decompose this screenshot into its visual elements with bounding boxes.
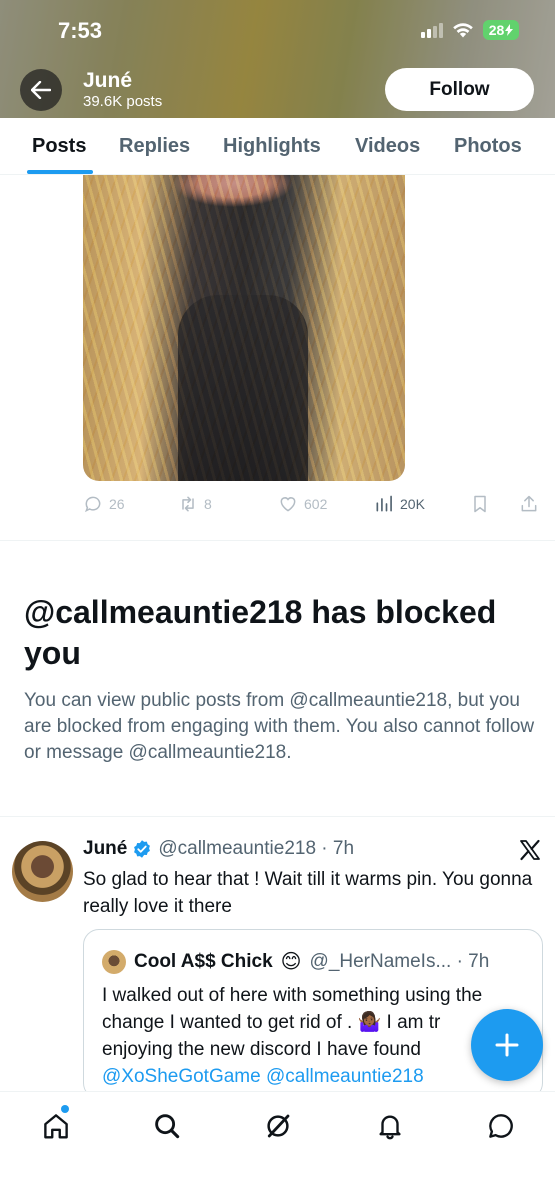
profile-name: Juné: [83, 69, 133, 92]
quoted-avatar: [102, 949, 126, 974]
repost-count: 8: [204, 496, 212, 512]
plus-icon: [495, 1033, 519, 1057]
back-button[interactable]: [20, 69, 62, 111]
profile-header: 7:53 28 Juné 39.6K posts Follow: [0, 0, 555, 118]
blocked-title: @callmeauntie218 has blocked you: [24, 594, 497, 671]
cellular-signal-icon: [421, 22, 443, 38]
x-logo-icon: [518, 838, 542, 867]
divider: [0, 816, 555, 817]
follow-button[interactable]: Follow: [385, 68, 534, 111]
views-action[interactable]: 20K: [374, 494, 425, 514]
post-image[interactable]: [83, 175, 405, 481]
bottom-navigation: [0, 1091, 555, 1200]
arrow-left-icon: [31, 81, 51, 99]
status-icons: 28: [421, 20, 519, 40]
quoted-author-handle: @_HerNameIs... · 7h: [309, 950, 490, 972]
author-handle[interactable]: @callmeauntie218 · 7h: [158, 838, 354, 860]
notifications-icon: [379, 1115, 401, 1140]
posts-count: 39.6K posts: [83, 93, 163, 110]
status-time: 7:53: [58, 18, 103, 43]
mention-link[interactable]: @XoSheGotGame: [102, 1066, 261, 1087]
repost-action[interactable]: 8: [178, 494, 212, 514]
verified-badge-icon: [132, 839, 152, 859]
home-notification-dot: [61, 1105, 69, 1113]
search-icon: [155, 1114, 180, 1139]
compose-button[interactable]: [471, 1009, 543, 1081]
nav-grok[interactable]: [261, 1109, 295, 1143]
quoted-text-line: enjoying the new discord I have found: [102, 1039, 421, 1060]
blocked-description: You can view public posts from @callmeau…: [24, 690, 535, 763]
tab-replies[interactable]: Replies: [119, 135, 190, 158]
mention-link[interactable]: @callmeauntie218: [266, 1066, 424, 1087]
messages-icon: [489, 1114, 513, 1138]
share-action[interactable]: [519, 494, 539, 514]
quoted-text-line: I walked out of here with something usin…: [102, 985, 483, 1033]
home-icon: [44, 1114, 68, 1139]
quoted-author-name: Cool A$$ Chick: [134, 950, 273, 972]
share-icon: [521, 495, 537, 512]
like-action[interactable]: 602: [278, 494, 327, 514]
author-name[interactable]: Juné: [83, 838, 127, 860]
post-text: So glad to hear that ! Wait till it warm…: [83, 869, 533, 917]
quoted-post-text: I walked out of here with something usin…: [102, 982, 532, 1090]
avatar[interactable]: [12, 841, 73, 902]
bookmark-icon: [474, 495, 486, 513]
profile-tabs: Posts Replies Highlights Videos Photos: [0, 118, 555, 175]
tab-videos[interactable]: Videos: [355, 135, 420, 158]
nav-messages[interactable]: [484, 1109, 518, 1143]
tab-highlights[interactable]: Highlights: [223, 135, 321, 158]
heart-icon: [280, 497, 296, 512]
comment-icon: [84, 496, 101, 513]
post-actions: 26 8 602 20K: [83, 494, 543, 516]
like-count: 602: [304, 496, 328, 512]
battery-icon: 28: [483, 20, 519, 40]
battery-level: 28: [488, 22, 505, 38]
nav-search[interactable]: [150, 1109, 184, 1143]
grok-icon: [267, 1114, 290, 1138]
tab-posts[interactable]: Posts: [32, 135, 86, 158]
divider: [0, 540, 555, 541]
post-header: Juné @callmeauntie218 · 7h: [83, 838, 354, 860]
bar-chart-icon: [376, 495, 392, 512]
reply-count: 26: [109, 496, 125, 512]
quoted-post[interactable]: Cool A$$ Chick 😊 @_HerNameIs... · 7h I w…: [83, 929, 543, 1099]
wifi-icon: [453, 23, 473, 38]
nav-home[interactable]: [39, 1109, 73, 1143]
nav-notifications[interactable]: [373, 1109, 407, 1143]
active-tab-indicator: [27, 170, 93, 174]
reply-action[interactable]: 26: [83, 494, 125, 514]
quoted-post-header: Cool A$$ Chick 😊 @_HerNameIs... · 7h: [102, 949, 489, 974]
tab-photos[interactable]: Photos: [454, 135, 522, 158]
repost-icon: [182, 496, 194, 512]
bookmark-action[interactable]: [470, 494, 490, 514]
views-count: 20K: [400, 496, 425, 512]
quoted-author-emoji: 😊: [280, 951, 302, 973]
